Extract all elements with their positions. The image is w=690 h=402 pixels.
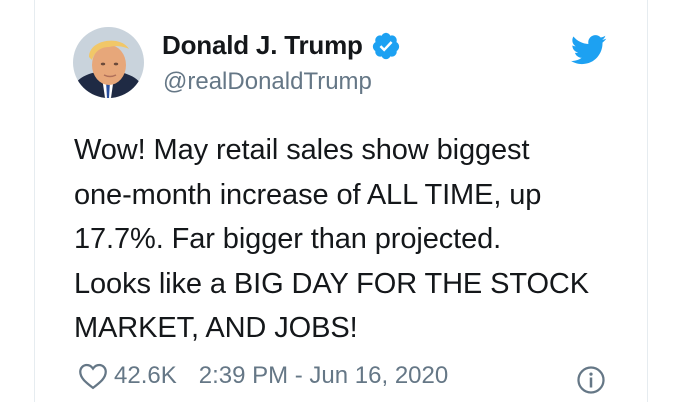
tweet-meta: 42.6K 2:39 PM - Jun 16, 2020 <box>78 362 448 390</box>
verified-badge-icon <box>371 31 401 61</box>
tweet-text: Wow! May retail sales show biggest one-m… <box>74 134 590 344</box>
author-row: Donald J. Trump <box>162 30 401 61</box>
like-count[interactable]: 42.6K <box>114 362 177 390</box>
handle[interactable]: @realDonaldTrump <box>163 68 372 96</box>
avatar[interactable] <box>73 27 144 98</box>
timestamp[interactable]: 2:39 PM - Jun 16, 2020 <box>199 362 449 390</box>
display-name[interactable]: Donald J. Trump <box>162 30 363 61</box>
twitter-bird-icon[interactable] <box>570 35 607 65</box>
info-icon[interactable] <box>576 365 606 395</box>
heart-icon[interactable] <box>78 362 108 390</box>
